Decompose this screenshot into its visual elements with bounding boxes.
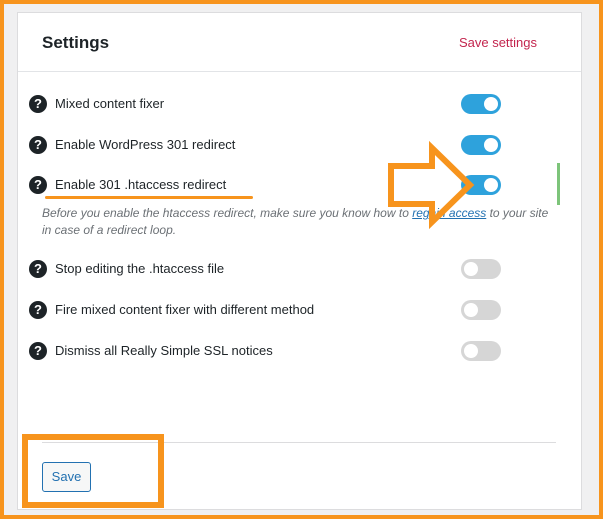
setting-label: Stop editing the .htaccess file xyxy=(55,261,225,276)
setting-label: Enable 301 .htaccess redirect xyxy=(55,177,227,192)
toggle-knob xyxy=(464,303,478,317)
panel-title: Settings xyxy=(42,33,110,52)
toggle-knob xyxy=(484,138,498,152)
dismiss-notices-toggle[interactable] xyxy=(461,341,501,361)
setting-label: Mixed content fixer xyxy=(55,96,165,111)
note-text-before: Before you enable the htaccess redirect,… xyxy=(42,206,413,220)
setting-row-mixed-content-fixer: ? Mixed content fixer xyxy=(29,94,509,118)
help-icon[interactable]: ? xyxy=(29,136,47,154)
setting-label: Fire mixed content fixer with different … xyxy=(55,302,315,317)
setting-label: Dismiss all Really Simple SSL notices xyxy=(55,343,273,358)
toggle-knob xyxy=(464,262,478,276)
toggle-knob xyxy=(484,97,498,111)
panel-header: Settings Save settings xyxy=(18,13,581,72)
scroll-indicator xyxy=(557,163,560,205)
help-icon[interactable]: ? xyxy=(29,301,47,319)
setting-row-stop-editing-htaccess: ? Stop editing the .htaccess file xyxy=(29,259,509,283)
annotation-underline xyxy=(45,196,253,199)
setting-row-alt-mixed-content-method: ? Fire mixed content fixer with differen… xyxy=(29,300,509,324)
mixed-content-fixer-toggle[interactable] xyxy=(461,94,501,114)
save-settings-link[interactable]: Save settings xyxy=(459,35,537,50)
setting-label: Enable WordPress 301 redirect xyxy=(55,137,236,152)
help-icon[interactable]: ? xyxy=(29,95,47,113)
help-icon[interactable]: ? xyxy=(29,260,47,278)
arrow-right-icon xyxy=(388,140,475,230)
help-icon[interactable]: ? xyxy=(29,342,47,360)
toggle-knob xyxy=(464,344,478,358)
help-icon[interactable]: ? xyxy=(29,176,47,194)
setting-row-dismiss-notices: ? Dismiss all Really Simple SSL notices xyxy=(29,341,509,365)
stop-editing-htaccess-toggle[interactable] xyxy=(461,259,501,279)
annotation-highlight-box xyxy=(22,434,164,508)
toggle-knob xyxy=(484,178,498,192)
alt-mixed-content-method-toggle[interactable] xyxy=(461,300,501,320)
